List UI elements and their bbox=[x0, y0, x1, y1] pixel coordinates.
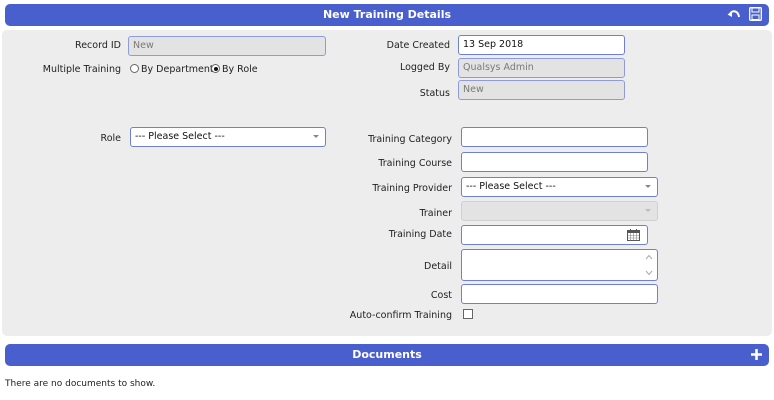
role-select-value: --- Please Select --- bbox=[135, 131, 225, 142]
training-provider-label: Training Provider bbox=[372, 183, 452, 194]
cost-label: Cost bbox=[430, 290, 452, 301]
textarea-scroll-arrows-icon[interactable] bbox=[645, 253, 653, 277]
trainer-select bbox=[461, 201, 658, 221]
training-date-field[interactable] bbox=[461, 225, 648, 245]
training-provider-select[interactable]: --- Please Select --- bbox=[461, 177, 658, 197]
multiple-training-label: Multiple Training bbox=[42, 64, 121, 75]
by-department-radio[interactable] bbox=[130, 64, 139, 73]
documents-title: Documents bbox=[352, 348, 422, 361]
training-category-label: Training Category bbox=[368, 134, 452, 145]
record-id-label: Record ID bbox=[75, 40, 121, 51]
role-label: Role bbox=[100, 133, 121, 144]
header-title: New Training Details bbox=[322, 8, 452, 21]
logged-by-label: Logged By bbox=[399, 62, 450, 73]
documents-header: Documents bbox=[5, 344, 769, 366]
by-department-option[interactable]: By Department bbox=[130, 63, 214, 77]
training-provider-value: --- Please Select --- bbox=[466, 181, 556, 192]
by-department-label: By Department bbox=[141, 64, 214, 75]
by-role-radio[interactable] bbox=[211, 64, 220, 73]
date-created-label: Date Created bbox=[386, 40, 450, 51]
details-header: New Training Details bbox=[5, 4, 769, 26]
training-date-label: Training Date bbox=[388, 229, 452, 240]
documents-empty-message: There are no documents to show. bbox=[5, 379, 156, 389]
training-course-label: Training Course bbox=[378, 158, 452, 169]
chevron-down-icon bbox=[313, 135, 319, 138]
date-created-field[interactable]: 13 Sep 2018 bbox=[458, 35, 625, 55]
status-field: New bbox=[458, 80, 625, 100]
trainer-label: Trainer bbox=[419, 208, 452, 219]
chevron-down-icon bbox=[645, 209, 651, 212]
save-icon[interactable] bbox=[749, 7, 762, 21]
plus-icon[interactable] bbox=[750, 348, 763, 361]
by-role-option[interactable]: By Role bbox=[211, 63, 258, 77]
detail-textarea[interactable] bbox=[461, 249, 658, 281]
training-category-field[interactable] bbox=[461, 127, 648, 147]
calendar-icon[interactable] bbox=[627, 229, 640, 241]
undo-icon[interactable] bbox=[727, 8, 741, 22]
detail-label: Detail bbox=[424, 261, 452, 272]
logged-by-field: Qualsys Admin bbox=[458, 58, 625, 78]
chevron-down-icon bbox=[645, 185, 651, 188]
record-id-field: New bbox=[128, 36, 326, 56]
status-label: Status bbox=[419, 88, 450, 99]
by-role-label: By Role bbox=[222, 64, 258, 75]
cost-field[interactable] bbox=[461, 284, 658, 304]
role-select[interactable]: --- Please Select --- bbox=[130, 127, 326, 147]
auto-confirm-checkbox[interactable] bbox=[463, 309, 473, 319]
training-course-field[interactable] bbox=[461, 152, 648, 172]
auto-confirm-label: Auto-confirm Training bbox=[349, 310, 452, 321]
